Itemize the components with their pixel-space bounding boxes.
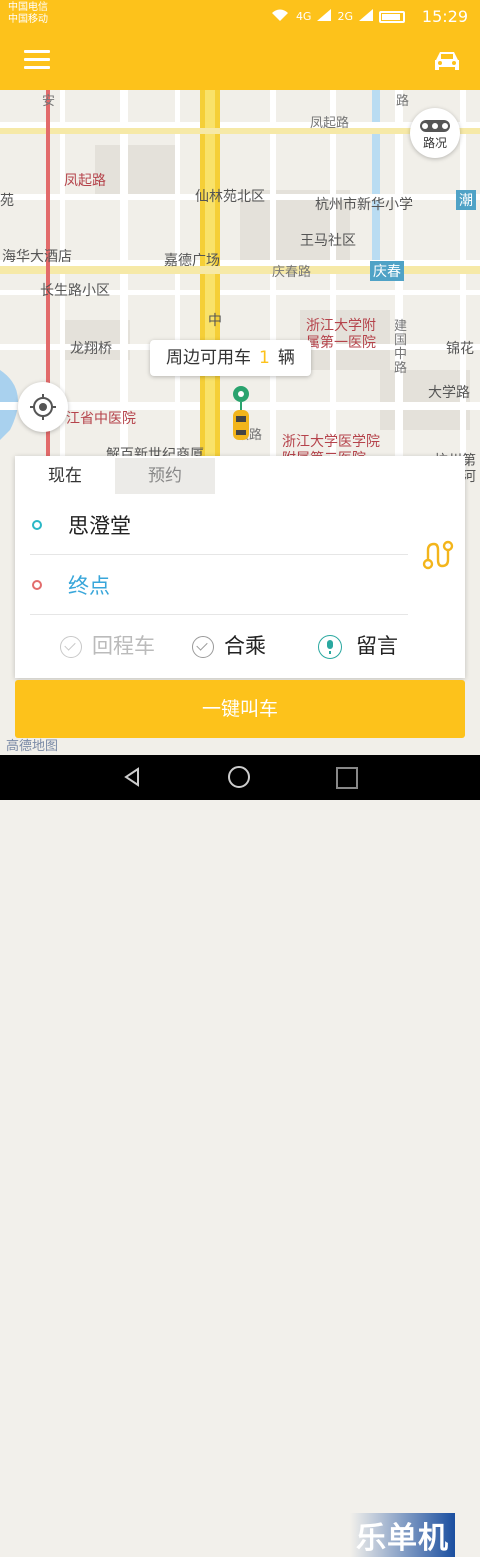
map-label: 王马社区 [300,233,356,249]
network-2-label: 2G [337,10,353,23]
status-icons: 4G 2G [270,8,405,25]
system-nav-bar: 乐单机 [0,755,480,1557]
carrier-2: 中国移动 [8,14,48,25]
call-taxi-button[interactable]: 一键叫车 [15,680,465,738]
map-label: 潮 [456,190,476,210]
map-label: 龙翔桥 [70,341,112,357]
map-label: 杭州市新华小学 [315,197,413,213]
map-label: 浙江大学附属第一医院 [306,318,376,351]
carrier-1: 中国电信 [8,2,48,13]
battery-icon [379,10,405,23]
map-label: 江省中医院 [66,411,136,427]
traffic-icon [420,120,450,132]
check-icon [192,636,214,658]
map-label: 苑 [0,193,14,209]
option-carpool[interactable]: 合乘 [192,624,266,668]
tab-now[interactable]: 现在 [15,458,115,494]
map-label: 大学路 [428,385,470,401]
home-icon[interactable] [228,766,250,788]
map-label: 建国中路 [394,319,408,376]
map-label: 庆春 [370,261,404,281]
option-label: 回程车 [92,634,155,658]
carrier-info: 中国电信 中国移动 [8,2,48,26]
option-label: 合乘 [224,634,266,658]
back-icon[interactable] [122,766,144,788]
recent-apps-icon[interactable] [336,767,358,789]
map-label: 锦花 [446,341,474,357]
nearby-car-count: 1 [259,348,270,368]
map-label: 安 [42,94,56,109]
map-label: 海华大酒店 [2,249,72,265]
menu-icon[interactable] [24,50,50,72]
traffic-button[interactable]: 路况 [410,108,460,158]
traffic-label: 路况 [422,136,447,150]
map-label: 嘉德广场 [164,253,220,269]
signal-icon [359,9,373,24]
map-logo: 高德地图 [6,739,59,754]
destination-field[interactable]: 终点 [30,556,408,615]
map-label: 路 [396,94,410,109]
app-bar [0,32,480,90]
microphone-icon [318,635,342,659]
tab-reserve[interactable]: 预约 [115,458,215,494]
clock: 15:29 [421,7,468,26]
map-label: 庆春路 [272,265,312,280]
map-label: 仙林苑北区 [195,189,265,205]
bubble-suffix: 辆 [277,348,295,368]
map-label: 长生路小区 [40,283,110,299]
status-bar: 中国电信 中国移动 4G 2G 15:29 [0,0,480,32]
option-label: 留言 [356,634,398,658]
bubble-prefix: 周边可用车 [166,348,251,368]
origin-dot-icon [32,520,42,530]
car-icon[interactable] [432,46,462,76]
wifi-icon [270,8,290,25]
option-return-trip[interactable]: 回程车 [60,624,155,668]
origin-value: 思澄堂 [68,514,131,538]
map-label: 凤起路 [64,173,106,189]
booking-tabs: 现在 预约 [15,458,215,494]
map-label: 中 [208,313,222,329]
signal-icon [317,9,332,24]
option-message[interactable]: 留言 [318,624,398,668]
origin-field[interactable]: 思澄堂 [30,496,408,555]
locate-button[interactable] [18,382,68,432]
watermark-logo: 乐单机 [350,1513,455,1557]
network-1-label: 4G [295,10,312,23]
destination-placeholder: 终点 [68,574,110,598]
map-label: 凤起路 [310,116,350,131]
destination-dot-icon [32,580,42,590]
ride-options: 回程车 合乘 留言 [60,624,420,668]
nearby-cars-bubble: 周边可用车 1 辆 [150,340,311,376]
route-icon[interactable] [422,540,454,574]
locate-icon [30,394,56,420]
check-icon [60,636,82,658]
